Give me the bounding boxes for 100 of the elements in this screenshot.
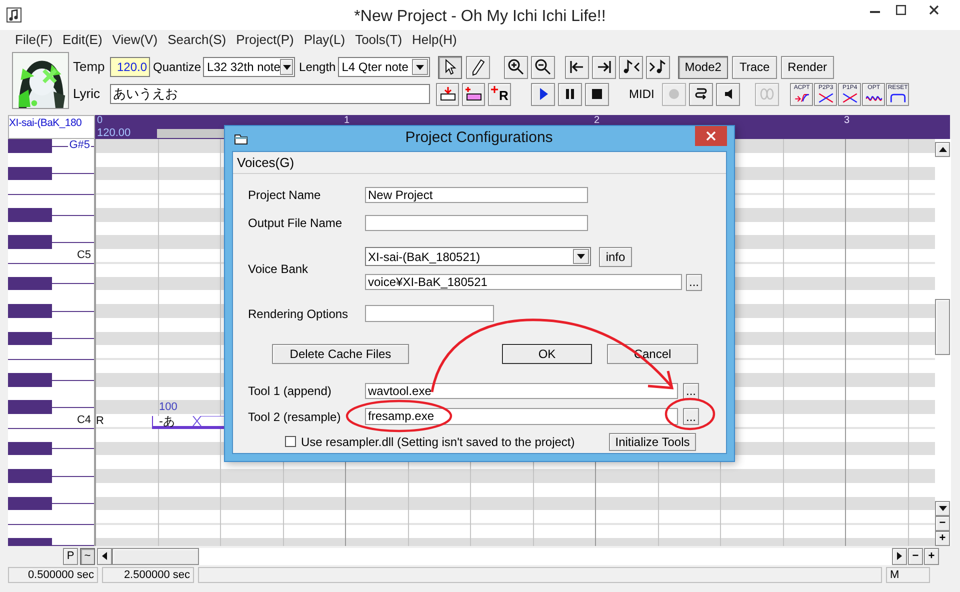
key-label: C5 [76, 249, 91, 262]
quantize-label: Quantize [153, 59, 202, 76]
length-label: Length [299, 59, 336, 76]
menu-item[interactable]: Help(H) [407, 30, 462, 50]
info-button[interactable]: info [599, 246, 632, 266]
delete-cache-button[interactable]: Delete Cache Files [272, 344, 409, 364]
sharp-key[interactable] [8, 208, 52, 222]
scroll-left-button[interactable] [97, 548, 112, 564]
scroll-up-button[interactable] [935, 142, 950, 157]
measure-number: 3 [844, 115, 850, 126]
navigation-button[interactable] [618, 56, 643, 78]
status-text: 0.500000 sec [8, 567, 98, 583]
text-field[interactable]: wavtool.exe [365, 383, 678, 399]
maximize-icon [896, 5, 906, 15]
insert-button[interactable] [462, 82, 485, 106]
transport-button[interactable] [585, 82, 609, 106]
caret-icon [577, 254, 585, 259]
scroll-thumb[interactable] [935, 299, 950, 355]
zoom-out-button[interactable]: − [908, 548, 923, 564]
field-label: Output File Name [248, 215, 344, 232]
zoom-in-button[interactable]: + [924, 548, 939, 564]
note-forward-icon [648, 58, 668, 76]
mode-button[interactable]: Render [780, 56, 834, 78]
midi-button[interactable] [716, 82, 740, 106]
insert-button[interactable] [436, 82, 459, 106]
menu-item[interactable]: Tools(T) [350, 30, 408, 50]
tab[interactable]: Voices(G) [237, 152, 294, 172]
up-arrow-icon [938, 147, 946, 152]
transport-button[interactable] [558, 82, 582, 106]
sharp-key[interactable] [8, 276, 52, 290]
status-text: 2.500000 sec [102, 567, 194, 583]
velocity-label: 100 [159, 401, 178, 413]
rest-marker: R [96, 415, 104, 428]
browse-button[interactable]: ... [683, 408, 699, 425]
dropdown-button[interactable] [280, 59, 294, 75]
speaker-icon [724, 89, 732, 99]
voice-bank-dropdown[interactable]: XI-sai-(BaK_180521) [365, 247, 591, 266]
length-dropdown[interactable]: L4 Qter note [338, 57, 430, 77]
midi-button[interactable] [689, 82, 714, 106]
text-field[interactable] [365, 215, 588, 231]
lyric-label: Lyric [73, 85, 101, 104]
menu-item[interactable]: File(F) [10, 30, 58, 50]
dropdown-button[interactable] [412, 59, 428, 75]
mode-button[interactable]: Mode2 [678, 56, 728, 78]
ok-button[interactable]: OK [502, 344, 592, 364]
zoom-button[interactable] [504, 56, 528, 78]
menu-item[interactable]: Project(P) [231, 30, 299, 50]
tilde-button[interactable]: ~ [80, 548, 95, 564]
browse-button[interactable]: ... [683, 382, 699, 400]
text-field[interactable] [365, 305, 494, 322]
status-text: M [886, 567, 930, 583]
app-icon [6, 7, 22, 23]
scroll-down-button[interactable] [935, 501, 950, 516]
tool-button[interactable] [466, 56, 490, 78]
insert-button[interactable]: R [488, 82, 511, 106]
zoom-button[interactable] [530, 56, 555, 78]
path-field[interactable]: voice¥XI-BaK_180521 [365, 274, 682, 290]
initialize-tools-button[interactable]: Initialize Tools [609, 432, 696, 450]
tempo-field[interactable]: 120.0 [110, 57, 150, 77]
quantize-dropdown[interactable]: L32 32th note [203, 57, 296, 77]
navigation-button[interactable] [564, 56, 589, 78]
scroll-right-button[interactable] [892, 548, 907, 564]
text-field[interactable]: New Project [365, 187, 588, 203]
dropdown-button[interactable] [573, 249, 589, 264]
menu-item[interactable]: Play(L) [298, 30, 350, 50]
zoom-out-icon [532, 58, 553, 76]
field-label: Rendering Options [248, 306, 350, 322]
highlight-ellipse [664, 398, 716, 430]
zoom-in-button[interactable]: + [935, 531, 950, 546]
text-field[interactable]: fresamp.exe [365, 408, 678, 425]
checkbox-label: Use resampler.dll (Setting isn't saved to the project) [301, 434, 575, 450]
navigation-button[interactable] [592, 56, 616, 78]
window-title: *New Project - Oh My Ichi Ichi Life!! [354, 7, 606, 27]
close-icon [929, 5, 939, 15]
sharp-key[interactable] [8, 166, 52, 180]
zoom-in-icon [506, 58, 526, 76]
tempo-label: Temp [73, 58, 106, 76]
tempo-marker: 120.00 [97, 127, 131, 139]
tool-button[interactable] [438, 56, 462, 78]
menu-item[interactable]: Search(S) [162, 30, 232, 50]
browse-button[interactable]: ... [686, 274, 702, 290]
navigation-button[interactable] [646, 56, 670, 78]
transport-button[interactable] [531, 82, 555, 106]
field-label: Tool 2 (resample) [248, 408, 342, 426]
measure-number: 2 [594, 115, 600, 126]
pitch-button[interactable]: P [63, 548, 78, 564]
sharp-key[interactable] [8, 442, 52, 456]
lyric-field[interactable]: あいうえお [110, 84, 430, 104]
sharp-key[interactable] [8, 332, 52, 346]
right-arrow-icon [897, 552, 902, 560]
mode-button[interactable]: Trace [732, 56, 777, 78]
zoom-out-button[interactable]: − [935, 516, 950, 531]
close-icon [706, 131, 716, 141]
menu-item[interactable]: Edit(E) [58, 30, 108, 50]
sharp-key[interactable] [8, 496, 52, 510]
measure-number: 1 [344, 115, 350, 126]
checkbox[interactable] [285, 436, 296, 447]
menu-item[interactable]: View(V) [107, 30, 163, 50]
sharp-key[interactable] [8, 372, 52, 386]
scroll-thumb[interactable] [112, 548, 199, 564]
